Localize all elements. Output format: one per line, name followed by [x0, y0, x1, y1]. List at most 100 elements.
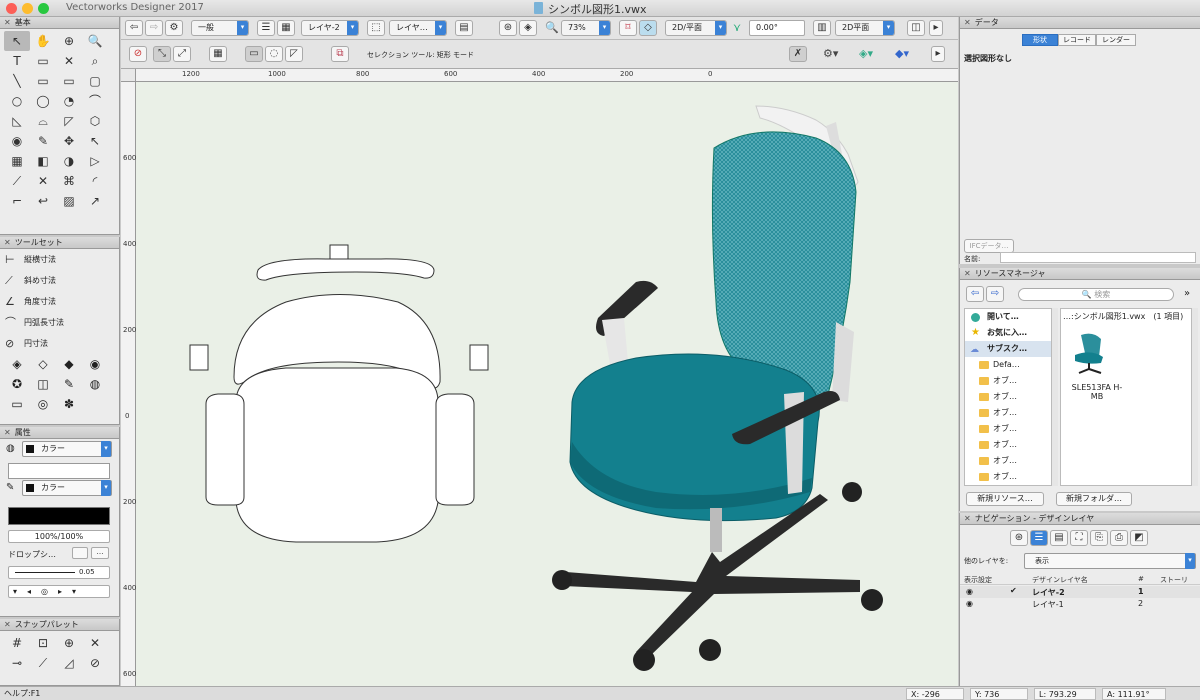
basic-tool-icon[interactable]: ⊕ — [56, 31, 82, 51]
line-weight-select[interactable]: 0.05 — [8, 566, 110, 579]
toolset-item[interactable]: ∠ 角度寸法 — [0, 291, 119, 312]
projection-icon[interactable]: ◫ — [907, 20, 925, 36]
basic-tool-icon[interactable]: ▦ — [4, 151, 30, 171]
tree-folder-item[interactable]: オブ… — [965, 437, 1051, 453]
snap-icon[interactable]: ⟋ — [30, 653, 56, 673]
pen-style-select[interactable]: カラー ▾ — [22, 480, 112, 496]
angle-field[interactable]: 0.00° — [749, 20, 805, 36]
tab-shape[interactable]: 形状 — [1022, 34, 1058, 46]
layer-row[interactable]: ◉ レイヤ-1 2 — [960, 598, 1200, 610]
multi-object-mode-icon[interactable]: ⤢ — [173, 46, 191, 62]
forward-arrow-icon[interactable]: ⇨ — [145, 20, 163, 36]
snap-icon[interactable]: ⊘ — [82, 653, 108, 673]
toolset-icon[interactable]: ✽ — [56, 394, 82, 414]
toolset-icon[interactable]: ◇ — [30, 354, 56, 374]
expand-icon[interactable]: » — [1184, 288, 1190, 299]
layer-mode-icon[interactable]: ⬚ — [367, 20, 385, 36]
arrowheads-select[interactable]: ▾◂◎▸▾ — [8, 585, 110, 598]
opacity-button[interactable]: 100%/100% — [8, 530, 110, 543]
references-tab-icon[interactable]: ⎙ — [1110, 530, 1128, 546]
tab-render[interactable]: レンダー — [1096, 34, 1136, 46]
basic-tool-icon[interactable]: ◧ — [30, 151, 56, 171]
basic-tool-icon[interactable]: 🔍 — [82, 31, 108, 51]
sheet-layers-tab-icon[interactable]: ▤ — [1050, 530, 1068, 546]
tree-folder-item[interactable]: オブ… — [965, 453, 1051, 469]
col-visibility[interactable]: 表示設定 — [964, 575, 992, 585]
eye-icon[interactable]: ◉ — [966, 599, 973, 608]
back-arrow-icon[interactable]: ⇦ — [966, 286, 984, 302]
snap-icon[interactable]: ⊕ — [56, 633, 82, 653]
saved-views-tab-icon[interactable]: ⎘ — [1090, 530, 1108, 546]
viewports-tab-icon[interactable]: ⛶ — [1070, 530, 1088, 546]
basic-tool-icon[interactable]: ✎ — [30, 131, 56, 151]
design-layers-tab-icon[interactable]: ☰ — [1030, 530, 1048, 546]
toolset-icon[interactable]: ✪ — [4, 374, 30, 394]
fill-preview[interactable] — [8, 463, 110, 479]
class-options-icon[interactable]: ⚙ — [165, 20, 183, 36]
snap-icon[interactable]: ⊡ — [30, 633, 56, 653]
basic-tool-icon[interactable]: ▭ — [56, 71, 82, 91]
basic-tool-icon[interactable]: ✕ — [56, 51, 82, 71]
basic-palette-header[interactable]: ✕ 基本 — [0, 17, 119, 29]
toolset-icon[interactable]: ◍ — [82, 374, 108, 394]
tab-record[interactable]: レコード — [1058, 34, 1096, 46]
navigation-header[interactable]: ✕ ナビゲーション - デザインレイヤ — [960, 513, 1200, 525]
back-arrow-icon[interactable]: ⇦ — [125, 20, 143, 36]
render-select[interactable]: 2D平面 ▾ — [835, 20, 895, 36]
new-folder-button[interactable]: 新規フォルダ… — [1056, 492, 1132, 506]
basic-tool-icon[interactable]: ⌘ — [56, 171, 82, 191]
basic-tool-icon[interactable]: ✕ — [30, 171, 56, 191]
layer-select[interactable]: レイヤ-2 ▾ — [301, 20, 359, 36]
horizontal-ruler[interactable]: 1200 1000 800 600 400 200 0 — [136, 69, 958, 82]
tree-folder-item[interactable]: オブ… — [965, 373, 1051, 389]
toolset-item[interactable]: ⊢ 縦横寸法 — [0, 249, 119, 270]
ifc-data-button[interactable]: IFCデータ… — [964, 239, 1014, 253]
layer-mode-select[interactable]: レイヤ… ▾ — [389, 20, 447, 36]
basic-tool-icon[interactable]: ▭ — [30, 71, 56, 91]
attributes-palette-header[interactable]: ✕ 属性 — [0, 427, 119, 439]
resource-search-input[interactable]: 🔍 検索 — [1018, 288, 1174, 301]
snap-icon[interactable]: ◿ — [56, 653, 82, 673]
toolset-icon[interactable]: ◆ — [56, 354, 82, 374]
toolset-item[interactable]: ⟋ 斜め寸法 — [0, 270, 119, 291]
basic-tool-icon[interactable]: ╲ — [4, 71, 30, 91]
toolbar-more-icon[interactable]: ▸ — [929, 20, 943, 36]
tree-folder-item[interactable]: オブ… — [965, 389, 1051, 405]
basic-tool-icon[interactable]: ◑ — [56, 151, 82, 171]
basic-tool-icon[interactable]: ◉ — [4, 131, 30, 151]
symbols-tab-icon[interactable]: ◩ — [1130, 530, 1148, 546]
rectangle-select-icon[interactable]: ▭ — [245, 46, 263, 62]
tree-scrollbar[interactable] — [1052, 308, 1058, 486]
fill-style-select[interactable]: カラー ▾ — [22, 441, 112, 457]
basic-tool-icon[interactable]: ◜ — [82, 171, 108, 191]
close-window-button[interactable] — [6, 3, 17, 14]
basic-tool-icon[interactable]: ⌓ — [30, 111, 56, 131]
toolset-icon[interactable]: ◈ — [4, 354, 30, 374]
tree-folder-item[interactable]: オブ… — [965, 421, 1051, 437]
mode-bar-more-icon[interactable]: ▸ — [931, 46, 945, 62]
col-layer-name[interactable]: デザインレイヤ名 — [1032, 575, 1088, 585]
basic-tool-icon[interactable]: ◔ — [56, 91, 82, 111]
basic-tool-icon[interactable]: ⌐ — [4, 191, 30, 211]
layer-row[interactable]: ◉ ✔ レイヤ-2 1 — [960, 586, 1200, 598]
dropshadow-options-button[interactable]: … — [91, 547, 109, 559]
basic-tool-icon[interactable]: ○ — [4, 91, 30, 111]
polygon-select-icon[interactable]: ◸ — [285, 46, 303, 62]
col-number[interactable]: # — [1138, 575, 1144, 583]
list-scrollbar[interactable] — [1192, 308, 1198, 486]
snap-icon[interactable]: # — [4, 633, 30, 653]
basic-tool-icon[interactable]: ✥ — [56, 131, 82, 151]
toolset-icon[interactable]: ◎ — [30, 394, 56, 414]
no-snap-icon[interactable]: ⊘ — [129, 46, 147, 62]
align-mode-icon[interactable]: ▦ — [209, 46, 227, 62]
basic-tool-icon[interactable]: ◺ — [4, 111, 30, 131]
layer-stack-icon[interactable]: ☰ — [257, 20, 275, 36]
basic-tool-icon[interactable]: ▷ — [82, 151, 108, 171]
page-icon[interactable]: ⌑ — [619, 20, 637, 36]
toolset-icon[interactable]: ▭ — [4, 394, 30, 414]
toolset-icon[interactable]: ◫ — [30, 374, 56, 394]
eye-icon[interactable]: ◉ — [966, 587, 973, 596]
basic-tool-icon[interactable]: ⌕ — [82, 51, 108, 71]
resource-thumbnail[interactable] — [1071, 331, 1107, 375]
snap-palette-header[interactable]: ✕ スナップパレット — [0, 619, 119, 631]
